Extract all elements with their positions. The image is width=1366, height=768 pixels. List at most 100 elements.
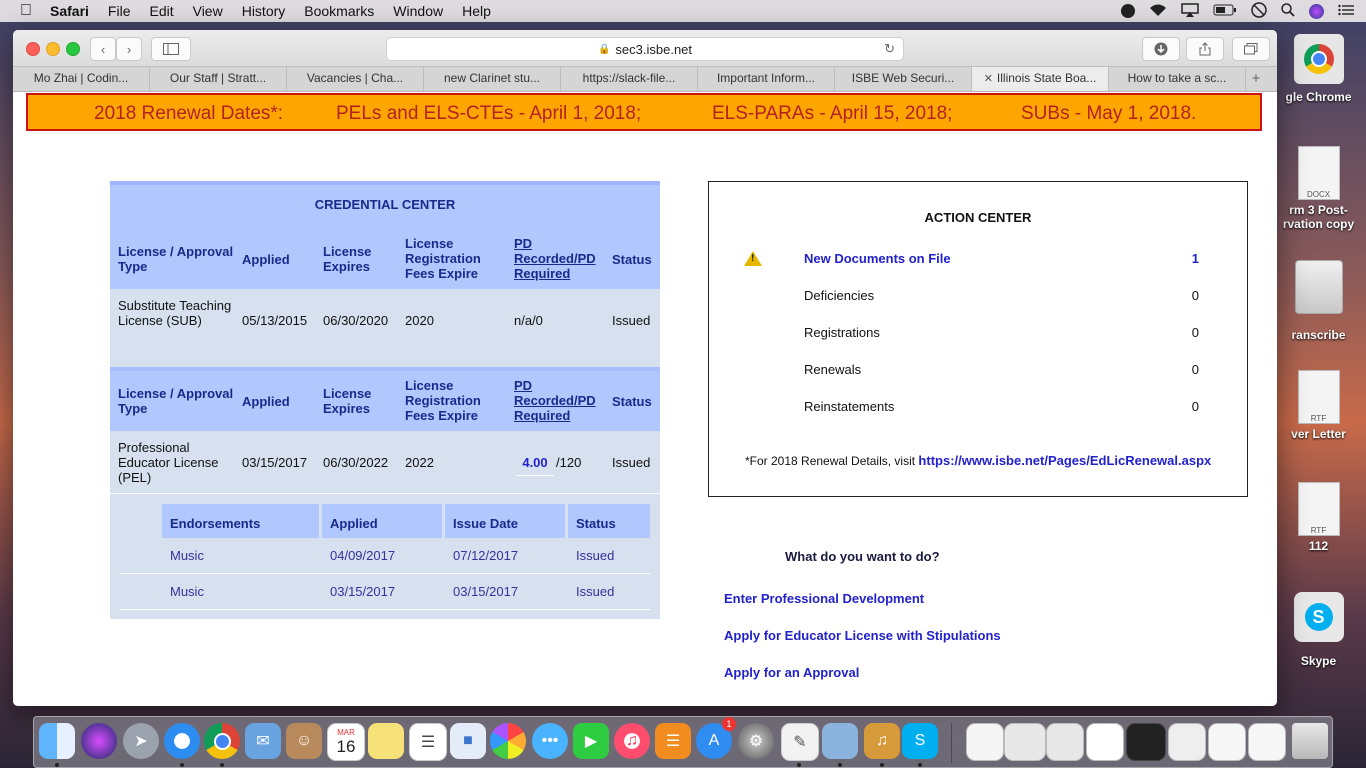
battery-icon[interactable] <box>1213 4 1237 19</box>
tab-isbe-web-security[interactable]: ISBE Web Securi... <box>835 67 972 91</box>
system-preferences-icon[interactable]: ⚙ <box>738 723 774 759</box>
running-indicator <box>838 763 842 767</box>
header-status: Status <box>612 252 652 267</box>
wifi-icon[interactable] <box>1149 3 1167 20</box>
close-window-button[interactable] <box>26 42 40 56</box>
itunes-icon[interactable]: ♫ <box>614 723 650 759</box>
tab-how-to-screenshot[interactable]: How to take a sc... <box>1109 67 1246 91</box>
desktop-item-docx[interactable]: DOCX rm 3 Post- rvation copy <box>1271 146 1366 231</box>
header-pd-link[interactable]: PD Recorded/PD Required <box>514 378 602 423</box>
status-menus <box>1121 0 1354 22</box>
tab-illinois-state-board[interactable]: ✕ Illinois State Boa... <box>972 67 1109 91</box>
header-pd-link[interactable]: PD Recorded/PD Required <box>514 236 602 281</box>
window-thumbnail-icon[interactable] <box>1086 723 1124 761</box>
credential-center: CREDENTIAL CENTER License / Approval Typ… <box>110 181 660 619</box>
address-bar[interactable]: 🔒 sec3.isbe.net ↻ <box>386 37 904 61</box>
menu-bookmarks[interactable]: Bookmarks <box>304 3 374 19</box>
mail-icon[interactable]: ✉ <box>245 723 281 759</box>
link-enter-pd[interactable]: Enter Professional Development <box>724 591 924 606</box>
app-menu[interactable]: Safari <box>50 3 89 19</box>
renewal-details-link[interactable]: https://www.isbe.net/Pages/EdLicRenewal.… <box>918 453 1211 468</box>
contacts-icon[interactable]: ☺ <box>286 723 322 759</box>
menu-window[interactable]: Window <box>393 3 443 19</box>
running-indicator <box>180 763 184 767</box>
action-new-documents[interactable]: New Documents on File 1 <box>804 251 1199 266</box>
airplay-icon[interactable] <box>1181 2 1199 20</box>
sidebar-icon <box>163 43 179 55</box>
pd-recorded-link[interactable]: 4.00 <box>516 451 554 476</box>
desktop-item-transcribe[interactable]: ranscribe <box>1271 260 1366 342</box>
tab-slack-files[interactable]: https://slack-file... <box>561 67 698 91</box>
forward-button[interactable]: › <box>116 37 142 61</box>
new-tab-button[interactable]: + <box>1246 67 1266 91</box>
endorsement-name: Music <box>170 548 204 563</box>
tab-clarinet[interactable]: new Clarinet stu... <box>424 67 561 91</box>
endorsement-row: Music 03/15/2017 03/15/2017 Issued <box>120 574 650 610</box>
menu-edit[interactable]: Edit <box>149 3 173 19</box>
apple-menu-icon[interactable]:  <box>20 3 36 19</box>
chevron-left-icon: ‹ <box>100 41 106 57</box>
desktop-item-rtf-2[interactable]: RTF 112 <box>1271 482 1366 553</box>
spotlight-search-icon[interactable] <box>1281 2 1295 20</box>
messages-icon[interactable]: ••• <box>532 723 568 759</box>
menu-help[interactable]: Help <box>462 3 491 19</box>
running-indicator <box>55 763 59 767</box>
safari-icon[interactable] <box>164 723 200 759</box>
menu-view[interactable]: View <box>193 3 223 19</box>
desktop-item-skype[interactable]: S Skype <box>1271 592 1366 668</box>
preview-icon[interactable] <box>822 723 858 759</box>
trash-icon[interactable] <box>1292 723 1328 759</box>
desktop-item-rtf[interactable]: RTF ver Letter <box>1271 370 1366 441</box>
disk-icon <box>1294 260 1343 314</box>
link-apply-stipulations[interactable]: Apply for Educator License with Stipulat… <box>724 628 1001 643</box>
launchpad-icon[interactable]: ➤ <box>123 723 159 759</box>
window-thumbnail-icon[interactable] <box>1168 723 1206 761</box>
tab-important-info[interactable]: Important Inform... <box>698 67 835 91</box>
notes-icon[interactable] <box>368 723 404 759</box>
photos-icon[interactable] <box>490 723 526 759</box>
license-type: Professional Educator License (PEL) <box>118 440 219 485</box>
back-button[interactable]: ‹ <box>90 37 116 61</box>
window-thumbnail-icon[interactable] <box>1248 723 1286 761</box>
calendar-icon[interactable]: MAR 16 <box>327 723 365 761</box>
header-license-type: License / Approval Type <box>118 244 234 274</box>
siri-icon[interactable] <box>1309 3 1324 19</box>
textedit-icon[interactable]: ✎ <box>781 723 819 761</box>
skype-status-icon[interactable] <box>1121 4 1135 18</box>
reminders-icon[interactable]: ☰ <box>409 723 447 761</box>
do-not-disturb-icon[interactable] <box>1251 1 1267 21</box>
share-button[interactable] <box>1186 37 1224 61</box>
document-icon: RTF <box>1297 370 1340 424</box>
window-thumbnail-icon[interactable] <box>1046 723 1084 761</box>
app-store-icon[interactable]: A 1 <box>696 717 736 759</box>
link-apply-approval[interactable]: Apply for an Approval <box>724 665 859 680</box>
facetime-icon[interactable]: ▶ <box>573 723 609 759</box>
siri-icon[interactable] <box>81 723 117 759</box>
close-tab-icon[interactable]: ✕ <box>984 73 993 85</box>
notification-center-icon[interactable] <box>1338 4 1354 19</box>
menu-history[interactable]: History <box>242 3 286 19</box>
chrome-icon[interactable] <box>204 723 240 759</box>
zoom-window-button[interactable] <box>66 42 80 56</box>
tab-vacancies[interactable]: Vacancies | Cha... <box>287 67 424 91</box>
sidebar-toggle-button[interactable] <box>151 37 191 61</box>
show-tabs-button[interactable] <box>1232 37 1270 61</box>
reload-icon[interactable]: ↻ <box>884 41 895 57</box>
header-applied: Applied <box>242 394 290 409</box>
browser-toolbar: ‹ › 🔒 sec3.isbe.net ↻ <box>13 30 1277 66</box>
tab-our-staff[interactable]: Our Staff | Stratt... <box>150 67 287 91</box>
desktop-item-chrome[interactable]: gle Chrome <box>1271 34 1366 104</box>
tab-mo-zhai[interactable]: Mo Zhai | Codin... <box>13 67 150 91</box>
menu-file[interactable]: File <box>108 3 131 19</box>
document-thumbnail-icon[interactable] <box>966 723 1004 761</box>
window-thumbnail-icon[interactable] <box>1004 723 1046 761</box>
minimize-window-button[interactable] <box>46 42 60 56</box>
window-thumbnail-icon[interactable] <box>1126 723 1166 761</box>
skype-icon[interactable]: S <box>902 723 938 759</box>
downloads-button[interactable] <box>1142 37 1180 61</box>
photo-booth-icon[interactable]: ■ <box>450 723 486 759</box>
finder-icon[interactable] <box>39 723 75 759</box>
window-thumbnail-icon[interactable] <box>1208 723 1246 761</box>
ibooks-icon[interactable]: ☰ <box>655 723 691 759</box>
garageband-icon[interactable]: ♫ <box>864 723 900 759</box>
